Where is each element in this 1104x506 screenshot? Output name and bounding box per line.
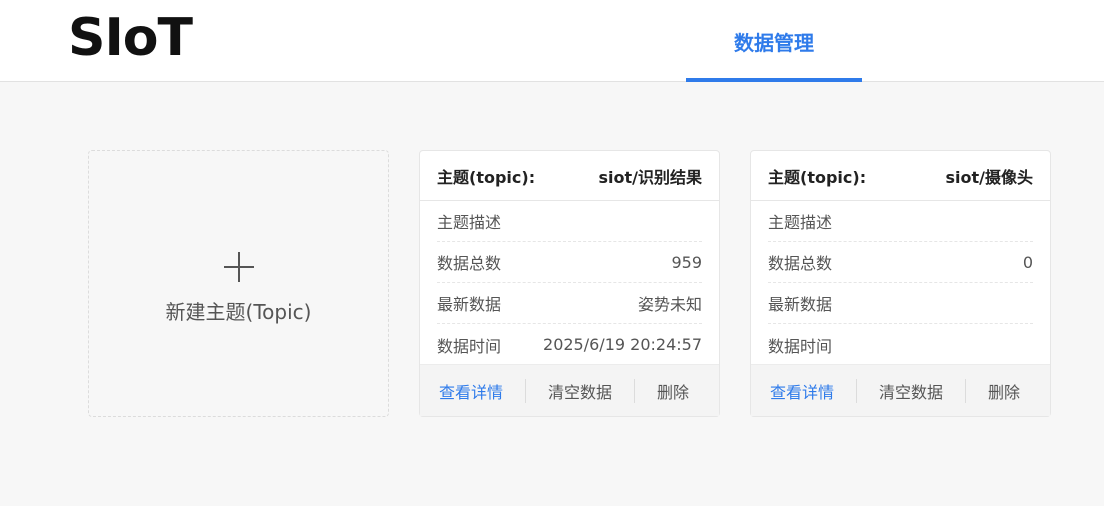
delete-button[interactable]: 删除 <box>657 379 689 403</box>
topic-row-latest: 最新数据 <box>768 283 1033 324</box>
clear-data-button[interactable]: 清空数据 <box>879 379 943 403</box>
topic-row-total: 数据总数 959 <box>437 242 702 283</box>
topic-card-header: 主题(topic): siot/识别结果 <box>420 151 719 201</box>
topic-actions: 查看详情 清空数据 删除 <box>751 364 1050 416</box>
row-value: 959 <box>671 252 702 272</box>
topic-name: siot/识别结果 <box>598 167 703 187</box>
view-details-button[interactable]: 查看详情 <box>439 379 503 403</box>
tab-data-management[interactable]: 数据管理 <box>686 0 862 82</box>
row-value: 姿势未知 <box>637 295 702 314</box>
row-label: 数据总数 <box>437 254 502 273</box>
topic-name: siot/摄像头 <box>945 167 1034 187</box>
topic-row-description: 主题描述 <box>437 201 702 242</box>
active-tab-indicator <box>686 78 862 82</box>
new-topic-card[interactable]: 新建主题(Topic) <box>88 150 389 417</box>
topic-info-list: 主题描述 数据总数 0 最新数据 数据时间 <box>751 201 1050 365</box>
topic-row-total: 数据总数 0 <box>768 242 1033 283</box>
topic-row-time: 数据时间 <box>768 324 1033 365</box>
logo-text: SIoT <box>68 8 193 68</box>
row-value: 2025/6/19 20:24:57 <box>543 335 702 354</box>
action-divider <box>965 378 967 403</box>
topic-card: 主题(topic): siot/识别结果 主题描述 数据总数 959 最新数据 … <box>419 150 720 417</box>
view-details-button[interactable]: 查看详情 <box>770 379 834 403</box>
row-label: 主题描述 <box>437 213 502 232</box>
row-label: 数据时间 <box>437 336 502 356</box>
topic-actions: 查看详情 清空数据 删除 <box>420 364 719 416</box>
new-topic-label: 新建主题(Topic) <box>165 300 312 324</box>
topic-row-time: 数据时间 2025/6/19 20:24:57 <box>437 324 702 365</box>
delete-button[interactable]: 删除 <box>988 379 1020 403</box>
row-label: 主题描述 <box>768 213 833 232</box>
row-label: 数据时间 <box>768 336 833 356</box>
action-divider <box>634 378 636 403</box>
topic-header-label: 主题(topic): <box>768 167 867 187</box>
action-divider <box>856 378 858 403</box>
topic-card-header: 主题(topic): siot/摄像头 <box>751 151 1050 201</box>
clear-data-button[interactable]: 清空数据 <box>548 379 612 403</box>
row-label: 最新数据 <box>768 295 833 314</box>
plus-icon <box>223 252 254 282</box>
tab-data-management-label: 数据管理 <box>734 30 814 55</box>
topic-header-label: 主题(topic): <box>437 167 536 187</box>
row-value: 0 <box>1022 252 1033 272</box>
topic-info-list: 主题描述 数据总数 959 最新数据 姿势未知 数据时间 2025/6/19 2… <box>420 201 719 365</box>
row-label: 数据总数 <box>768 254 833 273</box>
topic-row-description: 主题描述 <box>768 201 1033 242</box>
topic-row-latest: 最新数据 姿势未知 <box>437 283 702 324</box>
action-divider <box>525 378 527 403</box>
app-header: SIoT 数据管理 <box>0 0 1104 82</box>
row-label: 最新数据 <box>437 295 502 314</box>
topic-card: 主题(topic): siot/摄像头 主题描述 数据总数 0 最新数据 数据时… <box>750 150 1051 417</box>
siot-logo[interactable]: SIoT <box>68 8 193 68</box>
